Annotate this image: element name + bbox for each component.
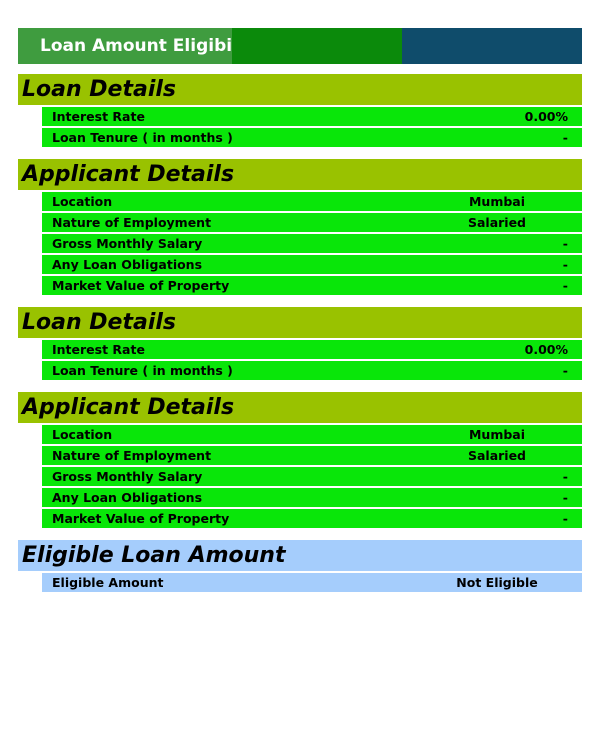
row-value: - [472, 363, 572, 378]
table-row: Eligible AmountNot Eligible [42, 573, 582, 592]
row-label: Any Loan Obligations [52, 490, 472, 505]
row-value: Not Eligible [422, 575, 572, 590]
row-label: Eligible Amount [52, 575, 422, 590]
rows: LocationMumbaiNature of EmploymentSalari… [18, 192, 582, 295]
table-row: Interest Rate0.00% [42, 107, 582, 126]
row-value: - [472, 278, 572, 293]
row-label: Interest Rate [52, 109, 472, 124]
section: Applicant DetailsLocationMumbaiNature of… [18, 159, 582, 295]
row-value: - [472, 130, 572, 145]
section: Loan DetailsInterest Rate0.00%Loan Tenur… [18, 307, 582, 380]
table-row: Interest Rate0.00% [42, 340, 582, 359]
rows: LocationMumbaiNature of EmploymentSalari… [18, 425, 582, 528]
table-row: Loan Tenure ( in months )- [42, 128, 582, 147]
table-row: Market Value of Property- [42, 276, 582, 295]
section: Loan DetailsInterest Rate0.00%Loan Tenur… [18, 74, 582, 147]
row-value: Mumbai [422, 194, 572, 209]
table-row: Nature of EmploymentSalaried [42, 213, 582, 232]
section-header: Loan Details [18, 307, 582, 338]
row-value: - [472, 257, 572, 272]
section-header: Eligible Loan Amount [18, 540, 582, 571]
row-label: Loan Tenure ( in months ) [52, 130, 472, 145]
rows: Eligible AmountNot Eligible [18, 573, 582, 592]
section: Eligible Loan Amount Eligible AmountNot E… [18, 540, 582, 592]
table-row: Any Loan Obligations- [42, 488, 582, 507]
section: Applicant DetailsLocationMumbaiNature of… [18, 392, 582, 528]
title-bar: Loan Amount Eligibility Calculator [18, 28, 582, 64]
section-header: Applicant Details [18, 392, 582, 423]
title-segment-3 [402, 28, 582, 64]
row-label: Market Value of Property [52, 511, 472, 526]
table-row: Nature of EmploymentSalaried [42, 446, 582, 465]
row-value: - [472, 490, 572, 505]
title-segment-1: Loan Amount Eligibility Calculator [18, 28, 232, 64]
table-row: LocationMumbai [42, 425, 582, 444]
row-label: Location [52, 194, 422, 209]
row-label: Gross Monthly Salary [52, 236, 472, 251]
row-label: Nature of Employment [52, 448, 422, 463]
table-row: Gross Monthly Salary- [42, 467, 582, 486]
row-label: Loan Tenure ( in months ) [52, 363, 472, 378]
row-value: - [472, 511, 572, 526]
table-row: Gross Monthly Salary- [42, 234, 582, 253]
table-row: Market Value of Property- [42, 509, 582, 528]
table-row: Loan Tenure ( in months )- [42, 361, 582, 380]
row-value: 0.00% [472, 342, 572, 357]
row-value: - [472, 469, 572, 484]
row-label: Nature of Employment [52, 215, 422, 230]
sections-container: Loan DetailsInterest Rate0.00%Loan Tenur… [18, 74, 582, 592]
row-label: Any Loan Obligations [52, 257, 472, 272]
row-label: Market Value of Property [52, 278, 472, 293]
table-row: Any Loan Obligations- [42, 255, 582, 274]
row-label: Interest Rate [52, 342, 472, 357]
row-value: Mumbai [422, 427, 572, 442]
row-value: Salaried [422, 215, 572, 230]
row-label: Location [52, 427, 422, 442]
row-value: - [472, 236, 572, 251]
section-header: Loan Details [18, 74, 582, 105]
rows: Interest Rate0.00%Loan Tenure ( in month… [18, 340, 582, 380]
table-row: LocationMumbai [42, 192, 582, 211]
title-segment-2 [232, 28, 401, 64]
row-label: Gross Monthly Salary [52, 469, 472, 484]
rows: Interest Rate0.00%Loan Tenure ( in month… [18, 107, 582, 147]
row-value: 0.00% [472, 109, 572, 124]
row-value: Salaried [422, 448, 572, 463]
section-header: Applicant Details [18, 159, 582, 190]
